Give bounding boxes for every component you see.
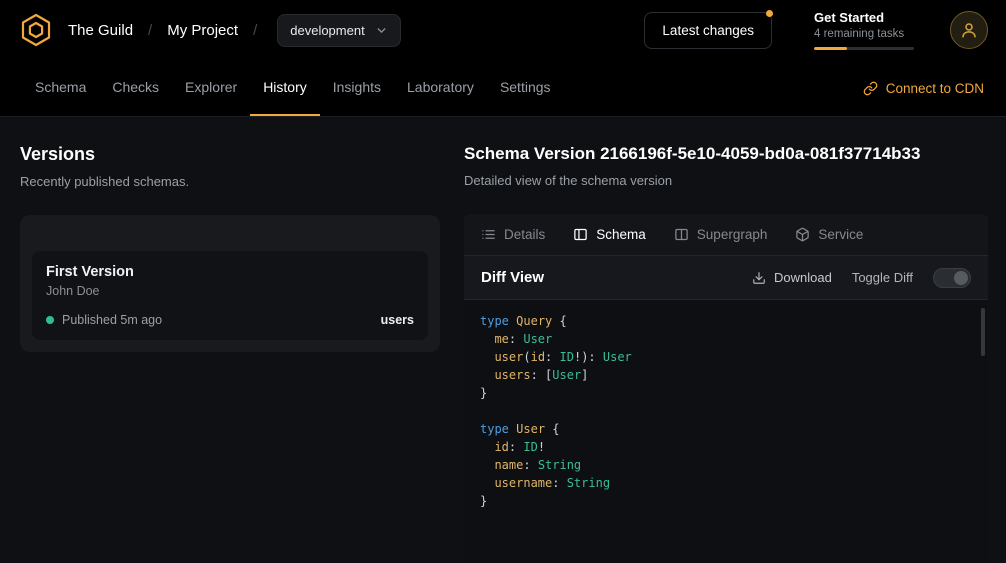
version-meta-row: Published 5m ago users [46, 313, 414, 327]
get-started-subtitle: 4 remaining tasks [814, 28, 914, 40]
tab-checks[interactable]: Checks [99, 60, 172, 116]
detail-tab-service[interactable]: Service [795, 227, 863, 242]
top-header: The Guild / My Project / development Lat… [0, 0, 1006, 60]
tab-laboratory[interactable]: Laboratory [394, 60, 487, 116]
versions-title: Versions [20, 144, 440, 165]
breadcrumb-separator: / [148, 22, 152, 39]
tab-schema[interactable]: Schema [22, 60, 99, 116]
code-scrollbar[interactable] [981, 308, 985, 554]
get-started-widget[interactable]: Get Started 4 remaining tasks [814, 10, 914, 50]
detail-tab-schema[interactable]: Schema [573, 227, 646, 242]
scrollbar-thumb[interactable] [981, 308, 985, 356]
version-name: First Version [46, 264, 414, 280]
schema-panel: Details Schema Supergraph Service Diff View… [464, 214, 988, 563]
detail-tab-supergraph[interactable]: Supergraph [674, 227, 768, 242]
latest-changes-label: Latest changes [662, 23, 754, 38]
schema-version-subtitle: Detailed view of the schema version [464, 173, 988, 188]
detail-tab-label: Supergraph [697, 227, 768, 242]
code-block: type Query { me: User user(id: ID!): Use… [480, 312, 972, 510]
hive-logo-icon[interactable] [18, 12, 54, 48]
published-status-dot [46, 316, 54, 324]
breadcrumb-project[interactable]: My Project [167, 22, 238, 39]
tab-settings[interactable]: Settings [487, 60, 564, 116]
breadcrumb-separator: / [253, 22, 257, 39]
target-select-value: development [290, 23, 364, 38]
main-content: Versions Recently published schemas. Fir… [0, 117, 1006, 563]
link-icon [863, 81, 878, 96]
version-detail-panel: Schema Version 2166196f-5e10-4059-bd0a-0… [464, 117, 1006, 563]
version-list-item[interactable]: First Version John Doe Published 5m ago … [32, 251, 428, 340]
version-status: Published 5m ago [62, 313, 162, 327]
get-started-progress-fill [814, 47, 847, 50]
tab-history[interactable]: History [250, 60, 320, 116]
get-started-progress [814, 47, 914, 50]
notification-dot [766, 10, 773, 17]
avatar[interactable] [950, 11, 988, 49]
version-service-badge: users [381, 313, 414, 327]
service-icon [795, 227, 810, 242]
schema-icon [573, 227, 588, 242]
toggle-diff-label: Toggle Diff [852, 270, 913, 285]
versions-card: First Version John Doe Published 5m ago … [20, 215, 440, 352]
schema-version-title: Schema Version 2166196f-5e10-4059-bd0a-0… [464, 144, 988, 164]
supergraph-icon [674, 227, 689, 242]
connect-cdn-label: Connect to CDN [886, 81, 984, 96]
connect-cdn-button[interactable]: Connect to CDN [863, 60, 984, 116]
breadcrumb: The Guild / My Project / [68, 22, 257, 39]
diff-view-header: Diff View Download Toggle Diff [464, 256, 988, 300]
detail-tab-label: Schema [596, 227, 646, 242]
diff-view-title: Diff View [481, 269, 544, 286]
detail-tabs: Details Schema Supergraph Service [464, 214, 988, 256]
diff-actions: Download Toggle Diff [752, 268, 971, 288]
versions-subtitle: Recently published schemas. [20, 174, 440, 189]
user-icon [960, 21, 978, 39]
breadcrumb-org[interactable]: The Guild [68, 22, 133, 39]
download-label: Download [774, 270, 832, 285]
primary-tabs: SchemaChecksExplorerHistoryInsightsLabor… [22, 60, 564, 116]
schema-code-viewer[interactable]: type Query { me: User user(id: ID!): Use… [464, 300, 988, 563]
chevron-down-icon [375, 24, 388, 37]
download-button[interactable]: Download [752, 270, 832, 285]
detail-tab-label: Service [818, 227, 863, 242]
versions-panel: Versions Recently published schemas. Fir… [0, 117, 464, 563]
detail-tab-label: Details [504, 227, 545, 242]
primary-nav: SchemaChecksExplorerHistoryInsightsLabor… [0, 60, 1006, 117]
tab-explorer[interactable]: Explorer [172, 60, 250, 116]
tab-insights[interactable]: Insights [320, 60, 394, 116]
list-icon [481, 227, 496, 242]
version-author: John Doe [46, 284, 414, 298]
download-icon [752, 271, 766, 285]
toggle-knob [954, 271, 968, 285]
diff-toggle-switch[interactable] [933, 268, 971, 288]
get-started-title: Get Started [814, 10, 914, 25]
latest-changes-button[interactable]: Latest changes [644, 12, 772, 49]
target-select[interactable]: development [277, 14, 400, 47]
detail-tab-details[interactable]: Details [481, 227, 545, 242]
